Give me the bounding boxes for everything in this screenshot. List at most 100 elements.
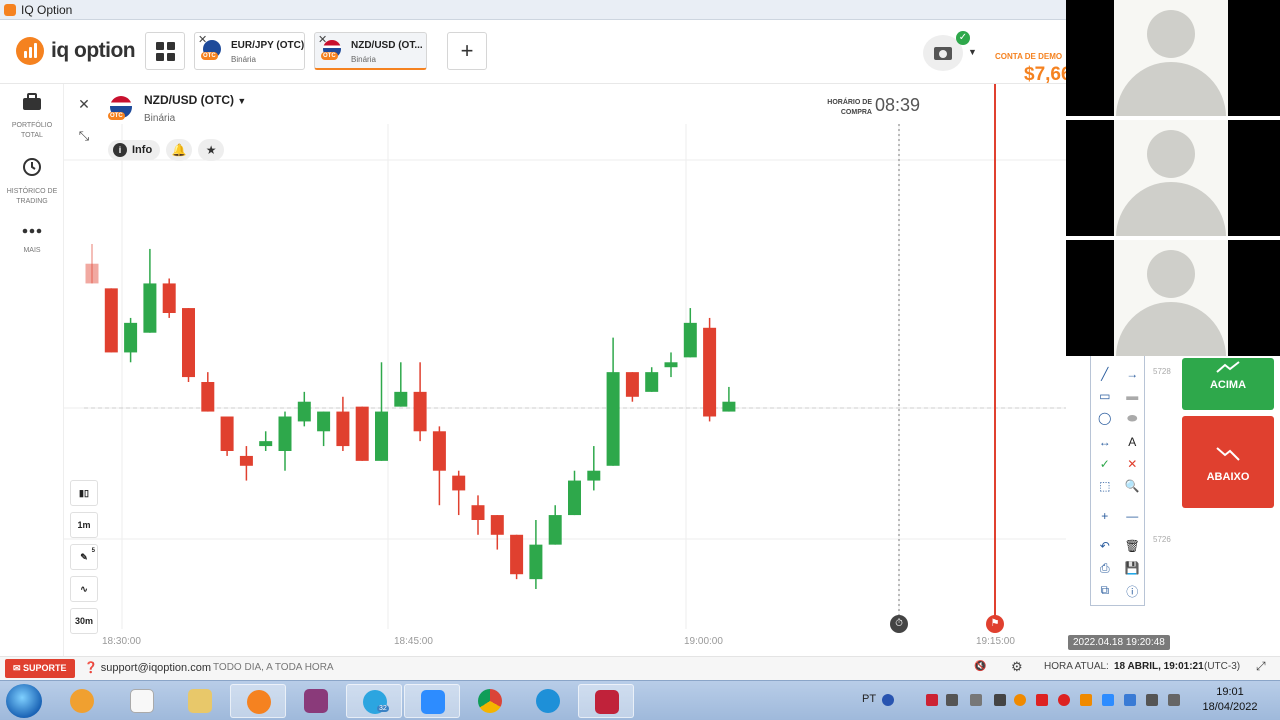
info-button[interactable]: i Info [108, 140, 161, 160]
rectangle-tool-icon[interactable]: ▭ [1096, 389, 1114, 403]
ellipse-tool-icon[interactable]: ◯ [1096, 411, 1114, 426]
print-icon[interactable]: ⎙ [1096, 561, 1114, 576]
language-indicator[interactable]: PT [862, 693, 876, 705]
timeframe-button[interactable]: 1m [70, 512, 98, 538]
arrow-tool-icon[interactable]: → [1123, 367, 1141, 381]
text-tool-icon[interactable]: A [1123, 435, 1141, 449]
bell-icon[interactable]: 🔔 [166, 139, 193, 161]
filled-rectangle-icon[interactable]: ▬ [1123, 389, 1141, 403]
trash-icon[interactable]: 🗑 [1123, 539, 1141, 553]
line-tool-icon[interactable]: ╱ [1096, 367, 1114, 381]
logo-icon [16, 37, 44, 65]
chart-toolbar: ▮▯ 1m ✎ 5 ∿ 30m [70, 480, 98, 640]
candlestick-chart[interactable] [64, 84, 1066, 656]
save-icon[interactable]: 💾 [1123, 561, 1141, 576]
account-balance[interactable]: $7,66 [1024, 64, 1072, 86]
network-icon[interactable] [970, 694, 982, 706]
display-icon[interactable] [1146, 694, 1158, 706]
system-clock[interactable]: 19:01 18/04/2022 [1190, 685, 1270, 715]
opera-icon[interactable] [1058, 694, 1070, 706]
up-button[interactable]: ACIMA [1182, 358, 1274, 410]
star-icon[interactable]: ★ [198, 139, 225, 161]
update-icon[interactable] [1080, 694, 1092, 706]
chrome-app[interactable] [462, 684, 518, 718]
cancel-icon[interactable]: ✕ [1123, 457, 1141, 471]
support-email-link[interactable]: ❓ support@iqoption.com [84, 661, 211, 674]
indicators-button[interactable]: ∿ [70, 576, 98, 602]
period-button[interactable]: 30m [70, 608, 98, 634]
drawing-tools-panel: ╱ → ▭ ▬ ◯ ⬬ ↔ A ✓ ✕ ⬚ 🔍 + — ↶ 🗑 ⎙ 💾 ⧉ ⓘ [1090, 354, 1145, 606]
zoom-tray-icon[interactable] [1102, 694, 1114, 706]
chevron-down-icon[interactable]: ▼ [968, 47, 977, 57]
close-chart-icon[interactable]: ✕ [72, 92, 96, 116]
account-type-label[interactable]: CONTA DE DEMO [995, 52, 1062, 61]
asset-grid-button[interactable] [145, 32, 185, 70]
drawing-tools-button[interactable]: ✎ 5 [70, 544, 98, 570]
current-time: 18 ABRIL, 19:01:21 [1114, 661, 1204, 672]
measure-tool-icon[interactable]: ↔ [1096, 435, 1114, 449]
fullscreen-icon[interactable]: ⤢ [1256, 659, 1266, 674]
power-icon[interactable] [1168, 694, 1180, 706]
media-player-app[interactable] [54, 684, 110, 718]
settings-gear-icon[interactable]: ⚙ [1011, 659, 1023, 675]
chart-area[interactable]: ✕ ⤡ OTC NZD/USD (OTC) ▼ Binária i Info 🔔 … [64, 84, 1066, 656]
candle-body [529, 544, 543, 580]
briefcase-icon [23, 93, 41, 110]
recorder-app[interactable] [578, 684, 634, 718]
telegram-app[interactable]: 32 [346, 684, 402, 718]
zoom-out-icon[interactable]: — [1123, 509, 1141, 523]
screenshot-button[interactable]: ✓ [923, 31, 970, 71]
zoom-app[interactable] [404, 684, 460, 718]
antivirus-icon[interactable] [1036, 694, 1048, 706]
tab-nzd-usd[interactable]: ✕ OTC NZD/USD (OT... Binária [314, 32, 427, 70]
explorer-app[interactable] [172, 684, 228, 718]
chart-type-button[interactable]: ▮▯ [70, 480, 98, 506]
mute-icon[interactable]: 🔇 [974, 661, 986, 672]
candle-body [722, 401, 736, 412]
app-tray-icon[interactable] [1014, 694, 1026, 706]
security-icon[interactable] [926, 694, 938, 706]
add-tab-button[interactable]: + [447, 32, 487, 70]
start-button[interactable] [6, 684, 42, 718]
winrar-app[interactable] [288, 684, 344, 718]
trend-up-icon [1216, 361, 1240, 373]
candle-body [220, 416, 234, 451]
candle-body [317, 411, 331, 432]
sidebar-item-more[interactable]: MAIS [0, 224, 64, 256]
help-icon[interactable]: ⓘ [1123, 583, 1141, 600]
avatar [1147, 10, 1195, 58]
price-label: 5726 [1153, 535, 1171, 544]
bluetooth-icon[interactable] [1124, 694, 1136, 706]
internet-explorer-app[interactable] [520, 684, 576, 718]
candle-body [490, 515, 504, 535]
brand-logo[interactable]: iq option [16, 37, 136, 65]
undo-icon[interactable]: ↶ [1096, 539, 1114, 553]
collapse-icon[interactable]: ⤡ [72, 124, 96, 148]
flag-icon[interactable] [994, 694, 1006, 706]
iq-option-icon [247, 690, 271, 714]
filled-ellipse-icon[interactable]: ⬬ [1123, 411, 1141, 426]
internet-explorer-icon [536, 689, 560, 713]
otc-badge: OTC [321, 52, 338, 60]
candle-body [201, 382, 215, 412]
support-button[interactable]: ✉ SUPORTE [5, 659, 75, 678]
volume-icon[interactable] [946, 694, 958, 706]
zoom-icon[interactable]: 🔍 [1123, 479, 1141, 493]
copy-icon[interactable]: ⧉ [1096, 583, 1114, 600]
down-button[interactable]: ABAIXO [1182, 416, 1274, 508]
otc-badge: OTC [108, 112, 125, 120]
asset-selector[interactable]: NZD/USD (OTC) ▼ [144, 93, 246, 107]
confirm-icon[interactable]: ✓ [1096, 457, 1114, 471]
asset-type: Binária [144, 113, 176, 124]
sidebar-item-portfolio[interactable]: PORTFÓLIO TOTAL [0, 92, 64, 141]
sidebar-item-history[interactable]: HISTÓRICO DE TRADING [0, 156, 64, 207]
crop-tool-icon[interactable]: ⬚ [1096, 479, 1114, 493]
asset-info-bar: i Info 🔔 ★ [108, 139, 225, 161]
candles-icon: ▮▯ [79, 488, 89, 498]
help-circle-icon: ❓ [84, 662, 101, 674]
zoom-in-icon[interactable]: + [1096, 509, 1114, 523]
help-icon[interactable] [882, 694, 894, 706]
notepad-app[interactable] [114, 684, 170, 718]
iq-option-app[interactable] [230, 684, 286, 718]
tab-eur-jpy[interactable]: ✕ OTC EUR/JPY (OTC) Binária [194, 32, 305, 70]
